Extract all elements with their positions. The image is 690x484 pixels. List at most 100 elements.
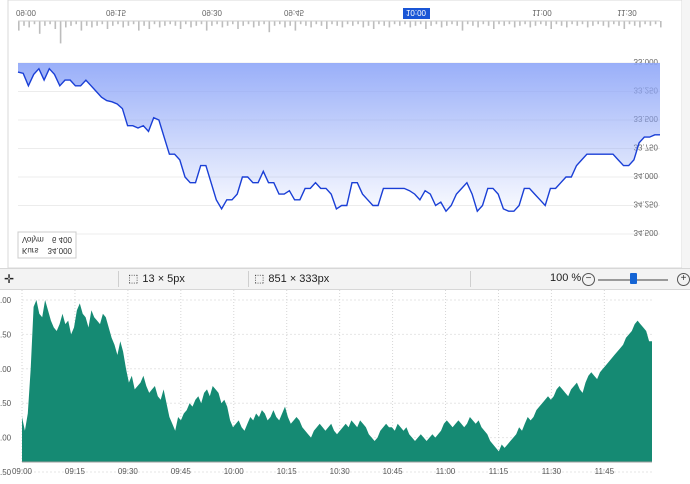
volume-bar xyxy=(341,21,344,28)
x-tick-label: 11:15 xyxy=(489,467,509,476)
volume-bar xyxy=(164,21,166,26)
volume-bar xyxy=(352,21,354,26)
time-tick: 09:00 xyxy=(16,8,37,17)
x-tick-label: 10:00 xyxy=(224,467,245,476)
volume-bar xyxy=(242,21,244,26)
legend-label: Volym xyxy=(22,235,44,244)
volume-bar xyxy=(221,21,224,28)
volume-bar xyxy=(258,21,260,26)
volume-bar xyxy=(560,21,563,26)
volume-bar xyxy=(237,21,239,29)
volume-bar xyxy=(586,21,589,28)
y-tick-label: .50 xyxy=(0,399,12,408)
volume-bar xyxy=(226,21,229,26)
volume-bar xyxy=(566,21,568,28)
volume-bar xyxy=(138,21,140,31)
time-tick-label: 11:30 xyxy=(617,8,637,17)
volume-bar xyxy=(44,21,46,26)
volume-bar xyxy=(388,21,391,28)
volume-bar xyxy=(618,21,620,26)
volume-bar xyxy=(461,21,464,31)
zoom-level-label: 100 % xyxy=(550,272,582,284)
volume-bar xyxy=(112,21,114,26)
volume-bar xyxy=(85,21,88,26)
volume-bar xyxy=(326,21,328,29)
volume-bar xyxy=(122,21,124,28)
volume-bar xyxy=(106,21,109,29)
volume-bar xyxy=(487,21,490,26)
volume-bar xyxy=(310,21,312,28)
image-size: ⬚ 851 × 333px xyxy=(254,272,330,286)
zoom-slider-thumb[interactable] xyxy=(630,273,637,284)
area-chart-svg: .00.50.00.50.00.50 09:00 09:15 09:30 09:45 10… xyxy=(0,290,652,477)
volume-bar xyxy=(18,21,20,31)
time-tick-label: 10:00 xyxy=(406,8,427,17)
volume-bar xyxy=(268,21,271,33)
zoom-out-icon: − xyxy=(582,273,595,286)
y-tick-label: .00 xyxy=(0,434,12,443)
time-tick-label: 09:45 xyxy=(284,8,305,17)
move-icon: ✛ xyxy=(4,272,15,286)
x-tick-label: 09:30 xyxy=(118,467,139,476)
volume-bar xyxy=(550,21,552,29)
price-area xyxy=(22,300,652,462)
volume-bar xyxy=(456,21,458,26)
x-tick-label: 09:00 xyxy=(12,467,33,476)
volume-bar xyxy=(54,21,57,29)
x-tick-label: 10:45 xyxy=(383,467,404,476)
volume-bar xyxy=(367,21,370,26)
volume-bar xyxy=(289,21,291,26)
x-tick-label: 11:45 xyxy=(595,467,615,476)
time-tick-label: 09:15 xyxy=(106,8,127,17)
x-tick-label: 09:45 xyxy=(171,467,192,476)
x-tick-label: 09:15 xyxy=(65,467,86,476)
volume-bar xyxy=(472,21,474,26)
image-size-label: 851 × 333px xyxy=(268,272,330,285)
volume-bar xyxy=(633,21,636,26)
preview-chart-svg: 33.00033.25033.50033.75034.00034.25034.5… xyxy=(0,0,690,268)
volume-bar xyxy=(305,21,307,26)
volume-bar xyxy=(493,21,495,29)
volume-bar xyxy=(205,21,208,31)
volume-bar xyxy=(28,21,30,28)
volume-bar xyxy=(534,21,537,26)
zoom-level: 100 % xyxy=(550,272,581,284)
volume-bar xyxy=(409,21,412,28)
volume-bar xyxy=(320,21,323,26)
volume-bar xyxy=(607,21,610,28)
volume-bar xyxy=(148,21,151,29)
image-viewer-statusbar: ✛ ⬚ 13 × 5px ⬚ 851 × 333px 100 % − + xyxy=(0,268,690,290)
y-tick-label: .00 xyxy=(0,296,12,305)
volume-bar xyxy=(649,21,652,26)
volume-bar xyxy=(446,21,448,26)
volume-bar xyxy=(211,21,213,26)
volume-bar xyxy=(362,21,365,28)
y-tick-label: .50 xyxy=(0,468,12,477)
volume-bar xyxy=(529,21,532,28)
move-tool[interactable]: ✛ xyxy=(4,272,14,286)
time-tick: 09:15 xyxy=(106,8,127,17)
x-tick-label: 11:30 xyxy=(542,467,562,476)
volume-bar xyxy=(477,21,479,28)
volume-bar xyxy=(65,21,67,28)
volume-bar xyxy=(179,21,182,29)
price-tick-label: 34.000 xyxy=(634,171,659,180)
price-tick-label: 34.250 xyxy=(634,200,659,209)
volume-bar xyxy=(143,21,145,26)
time-tick-label: 11:00 xyxy=(532,8,552,17)
zoom-out-button[interactable]: − xyxy=(582,273,595,286)
volume-bar xyxy=(294,21,297,31)
volume-bar xyxy=(440,21,443,28)
volume-bar xyxy=(38,21,41,34)
mirrored-preview-chart: 33.00033.25033.50033.75034.00034.25034.5… xyxy=(0,0,690,268)
time-tick-label: 09:30 xyxy=(202,8,223,17)
statusbar-divider xyxy=(470,271,471,287)
volume-bar xyxy=(592,21,594,26)
zoom-in-icon: + xyxy=(677,273,690,286)
x-tick-label: 11:00 xyxy=(436,467,456,476)
time-tick: 09:45 xyxy=(284,8,305,17)
time-tick: 11:30 xyxy=(617,8,637,17)
zoom-in-button[interactable]: + xyxy=(677,273,690,286)
volume-bar xyxy=(602,21,605,26)
volume-bar xyxy=(190,21,192,28)
